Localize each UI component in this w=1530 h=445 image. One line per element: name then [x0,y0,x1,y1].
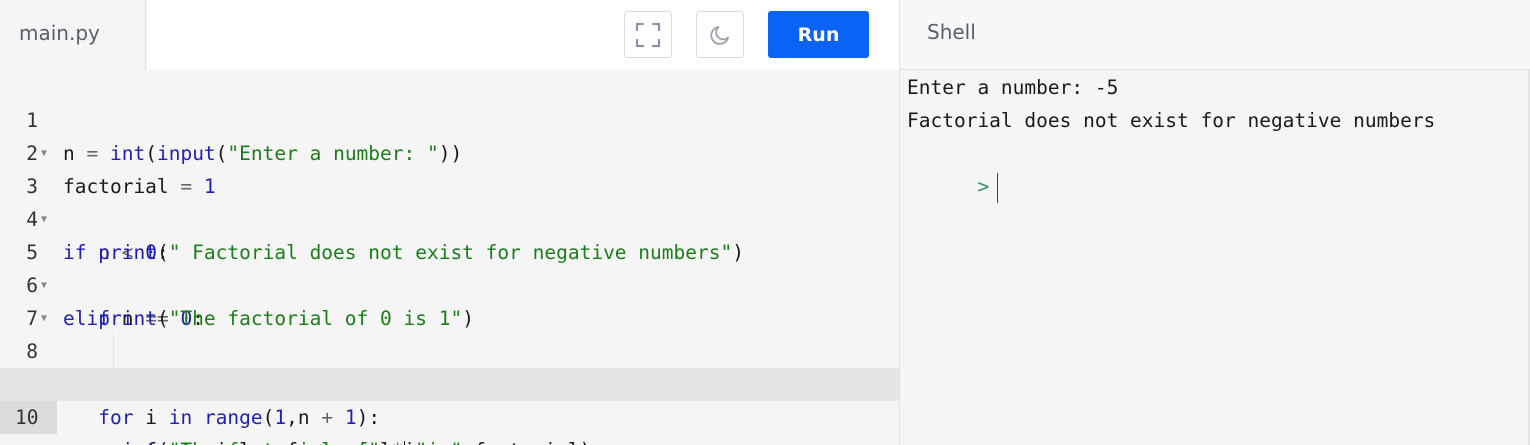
fullscreen-icon [635,22,661,47]
shell-output-line: Factorial does not exist for negative nu… [907,109,1436,132]
shell-output[interactable]: Enter a number: -5 Factorial does not ex… [907,71,1436,203]
code-text: print("The factorial of",n,"is",factoria… [63,434,591,445]
code-line[interactable]: 2 factorial = 1 [0,104,899,198]
fold-arrow-icon[interactable]: ▼ [41,137,47,170]
code-line[interactable]: 7 ▼ else: [0,269,899,396]
shell-output-line: Enter a number: -5 [907,76,1119,99]
shell-prompt: > [977,175,990,198]
theme-toggle-button[interactable] [696,11,744,58]
code-text: for i in range(1,n + 1): [98,406,381,429]
editor-header: main.py Run [0,0,899,71]
text-cursor [403,440,405,445]
fold-arrow-icon[interactable]: ▼ [41,269,47,302]
editor-pane: main.py Run 1 n = int(input("Enter a num… [0,0,899,445]
indent-guide [113,335,114,368]
shell-title: Shell [927,20,976,44]
run-button[interactable]: Run [768,11,869,58]
code-line[interactable]: 9 factorial = factorial*i [0,335,899,445]
shell-input-line[interactable]: > [907,137,1435,203]
code-line[interactable]: 5 ▼ elif n == 0: [0,203,899,330]
code-line-active[interactable]: 10 print("The factorial of",n,"is",facto… [0,368,899,445]
code-line[interactable]: 1 n = int(input("Enter a number: ")) [0,71,899,165]
fullscreen-button[interactable] [624,11,672,58]
moon-icon [710,25,729,45]
code-line[interactable]: 8 ▼ for i in range(1,n + 1): [0,302,899,429]
fold-arrow-icon[interactable]: ▼ [41,203,47,236]
code-line[interactable]: 3 ▼ if n < 0: [0,137,899,264]
shell-pane: Shell Enter a number: -5 Factorial does … [900,0,1530,445]
code-editor[interactable]: 1 n = int(input("Enter a number: ")) 2 f… [0,71,899,445]
fold-arrow-icon[interactable]: ▼ [41,302,47,335]
shell-cursor [997,172,999,203]
shell-header: Shell [900,0,1530,70]
code-line[interactable]: 6 print("The factorial of 0 is 1") [0,236,899,330]
line-number: 10 [0,401,57,434]
file-tab-main-py[interactable]: main.py [0,0,146,71]
code-line[interactable]: 4 print(" Factorial does not exist for n… [0,170,899,264]
